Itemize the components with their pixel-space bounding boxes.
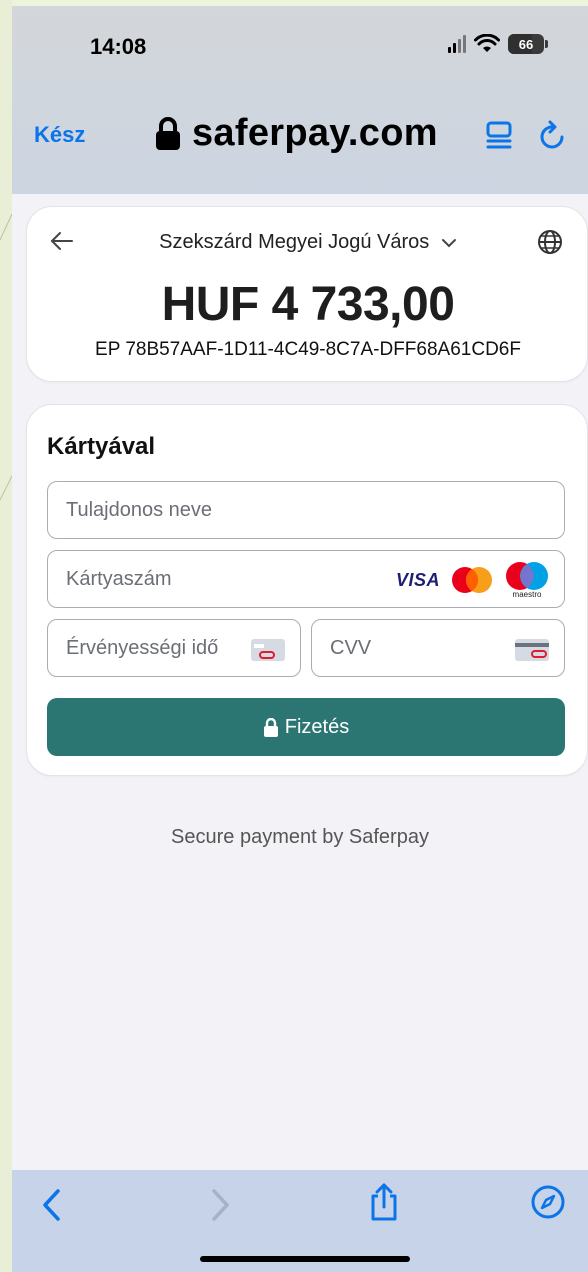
form-title: Kártyával: [47, 433, 156, 460]
expiry-input[interactable]: Érvényességi idő: [47, 619, 301, 677]
card-number-placeholder: Kártyaszám: [66, 568, 172, 590]
address-bar[interactable]: saferpay.com: [154, 112, 438, 155]
cvv-input[interactable]: CVV: [311, 619, 565, 677]
chevron-down-icon: [441, 238, 456, 248]
home-indicator[interactable]: [200, 1256, 410, 1262]
cardholder-name-input[interactable]: Tulajdonos neve: [47, 481, 565, 539]
forward-icon[interactable]: [208, 1188, 232, 1222]
mastercard-logo: [452, 567, 492, 593]
phone-screen: 14:08 66 Kész saferpay.com Szekszárd Meg…: [12, 6, 588, 1272]
card-icon: [251, 639, 285, 661]
status-icons: 66: [448, 34, 548, 54]
cardholder-name-placeholder: Tulajdonos neve: [66, 499, 213, 521]
merchant-name: Szekszárd Megyei Jogú Város: [159, 231, 430, 253]
share-icon[interactable]: [368, 1182, 400, 1222]
maestro-label: maestro: [512, 590, 542, 599]
browser-bottom-bar: [12, 1170, 588, 1272]
status-time: 14:08: [90, 34, 147, 59]
card-brands: VISA maestro: [396, 561, 550, 599]
done-button[interactable]: Kész: [34, 122, 85, 148]
payment-summary-card: Szekszárd Megyei Jogú Város HUF 4 733,00…: [26, 206, 588, 382]
wifi-icon: [474, 34, 500, 52]
browser-top-bar: 14:08 66 Kész saferpay.com: [12, 6, 588, 194]
cvv-placeholder: CVV: [330, 637, 372, 659]
payment-amount: HUF 4 733,00: [161, 278, 455, 331]
pay-button[interactable]: Fizetés: [47, 698, 565, 756]
reader-icon[interactable]: [484, 120, 514, 150]
maestro-logo: maestro: [504, 561, 550, 599]
battery-level: 66: [518, 36, 534, 52]
secure-payment-note: Secure payment by Saferpay: [171, 826, 429, 848]
merchant-selector[interactable]: Szekszárd Megyei Jogú Város: [27, 231, 588, 254]
battery-icon: 66: [508, 34, 544, 54]
expiry-placeholder: Érvényességi idő: [66, 637, 219, 659]
reload-icon[interactable]: [538, 120, 568, 152]
lock-icon: [156, 116, 180, 150]
payment-reference: EP 78B57AAF-1D11-4C49-8C7A-DFF68A61CD6F: [95, 339, 521, 360]
card-number-input[interactable]: Kártyaszám VISA maestro: [47, 550, 565, 608]
signal-icon: [448, 35, 466, 53]
url-text: saferpay.com: [192, 112, 438, 154]
globe-icon[interactable]: [537, 229, 563, 255]
card-icon: [515, 639, 549, 661]
card-payment-form: Kártyával Tulajdonos neve Kártyaszám VIS…: [26, 404, 588, 776]
pay-button-label: Fizetés: [284, 715, 350, 738]
back-icon[interactable]: [40, 1188, 64, 1222]
visa-logo: VISA: [395, 569, 440, 590]
background-decoration: [0, 0, 12, 1272]
compass-icon[interactable]: [530, 1184, 566, 1220]
lock-icon: [263, 717, 278, 737]
